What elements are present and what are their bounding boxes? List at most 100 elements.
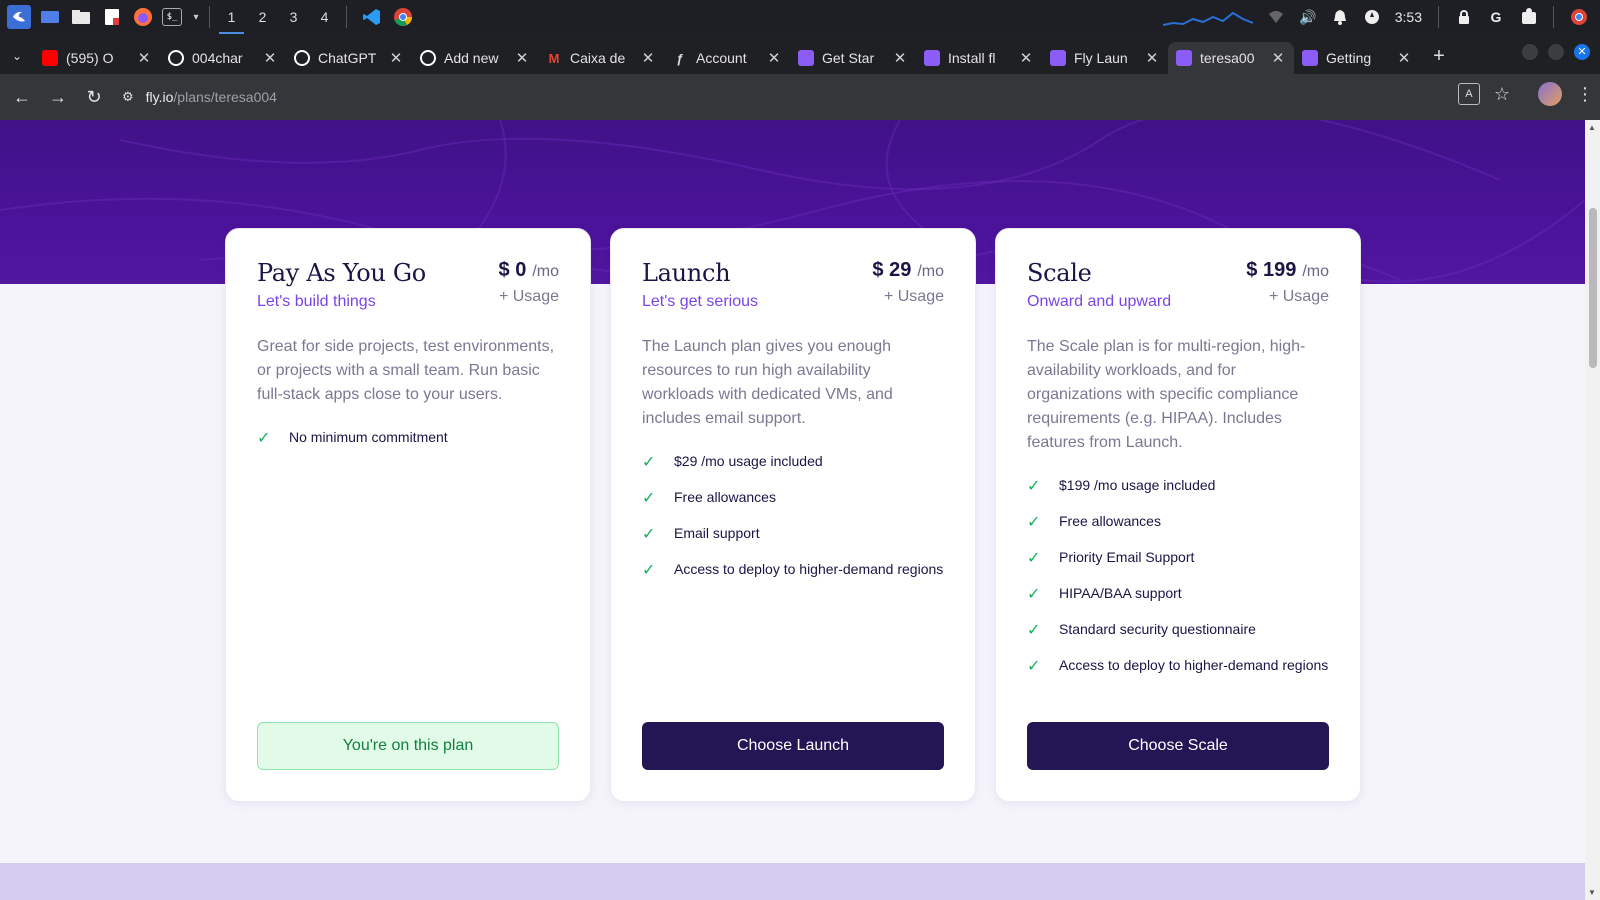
chevron-down-icon[interactable]: ▾	[189, 5, 203, 29]
clock[interactable]: 3:53	[1395, 9, 1422, 25]
plan-price: $ 29/mo + Usage	[872, 259, 944, 306]
gmail-icon: M	[548, 50, 560, 66]
translate-icon[interactable]: A	[1457, 83, 1480, 105]
desktop-icon[interactable]	[38, 5, 62, 29]
tab-close-icon[interactable]: ✕	[766, 49, 782, 67]
tab-close-icon[interactable]: ✕	[262, 49, 278, 67]
address-bar[interactable]: ⚙ fly.io/plans/teresa004	[122, 80, 277, 114]
lock-icon[interactable]	[1455, 8, 1473, 26]
system-tray: 🔊 3:53 G	[1162, 0, 1600, 34]
browser-tab[interactable]: Install fl ✕	[916, 42, 1042, 74]
profile-avatar[interactable]	[1538, 82, 1562, 106]
browser-tab[interactable]: Get Star ✕	[790, 42, 916, 74]
app-launcher-icon[interactable]	[7, 5, 31, 29]
tab-close-icon[interactable]: ✕	[388, 49, 404, 67]
plan-card: Scale Onward and upward $ 199/mo + Usage…	[995, 228, 1361, 802]
plan-price: $ 199/mo + Usage	[1246, 259, 1329, 306]
scroll-up-arrow-icon[interactable]: ▲	[1588, 123, 1596, 132]
browser-tab[interactable]: M Caixa de ✕	[538, 42, 664, 74]
tab-close-icon[interactable]: ✕	[640, 49, 656, 67]
tab-close-icon[interactable]: ✕	[1396, 49, 1412, 67]
browser-tab[interactable]: teresa00 ✕	[1168, 42, 1294, 74]
wifi-icon[interactable]	[1267, 8, 1285, 26]
feature-label: $29 /mo usage included	[674, 453, 823, 469]
scrollbar-thumb[interactable]	[1589, 208, 1597, 368]
check-icon: ✓	[642, 562, 656, 579]
fly-icon	[1176, 50, 1192, 66]
tab-title: ChatGPT	[318, 50, 377, 66]
tab-close-icon[interactable]: ✕	[1018, 49, 1034, 67]
close-window-button[interactable]: ✕	[1574, 44, 1590, 60]
puzzle-icon[interactable]	[1519, 8, 1537, 26]
google-icon[interactable]: G	[1487, 8, 1505, 26]
feature-label: Priority Email Support	[1059, 549, 1195, 565]
browser-tab[interactable]: (595) O ✕	[34, 42, 160, 74]
firefox-icon[interactable]	[131, 5, 155, 29]
browser-tab[interactable]: ƒ Account ✕	[664, 42, 790, 74]
feature-label: HIPAA/BAA support	[1059, 585, 1182, 601]
scroll-down-arrow-icon[interactable]: ▼	[1588, 888, 1596, 897]
workspace-2[interactable]: 2	[247, 0, 278, 34]
volume-icon[interactable]: 🔊	[1299, 8, 1317, 26]
tab-close-icon[interactable]: ✕	[1144, 49, 1160, 67]
clerk-icon: ƒ	[676, 50, 684, 66]
browser-tab[interactable]: Fly Laun ✕	[1042, 42, 1168, 74]
check-icon: ✓	[1027, 550, 1041, 567]
plan-description: The Launch plan gives you enough resourc…	[642, 338, 893, 427]
browser-toolbar: ← → ↻ ⚙ fly.io/plans/teresa004 A ☆ ⋮	[0, 74, 1600, 120]
plan-features-list: ✓ $29 /mo usage included ✓ Free allowances ✓…	[642, 451, 944, 581]
tab-close-icon[interactable]: ✕	[1270, 49, 1286, 67]
maximize-button[interactable]	[1548, 44, 1564, 60]
tab-title: Getting	[1326, 50, 1372, 66]
text-editor-icon[interactable]	[100, 5, 124, 29]
current-plan-button[interactable]: You're on this plan	[257, 722, 559, 770]
browser-tab[interactable]: 004char ✕	[160, 42, 286, 74]
reload-button[interactable]: ↻	[76, 79, 112, 115]
page-scrollbar[interactable]: ▲ ▼	[1585, 120, 1600, 900]
bell-icon[interactable]	[1331, 8, 1349, 26]
chrome-icon[interactable]	[391, 5, 415, 29]
browser-tab[interactable]: Getting ✕	[1294, 42, 1420, 74]
taskbar-divider	[346, 6, 347, 28]
fly-icon	[1050, 50, 1066, 66]
fly-icon	[1302, 50, 1318, 66]
site-info-icon[interactable]: ⚙	[122, 89, 134, 105]
terminal-icon[interactable]: $_	[162, 8, 182, 26]
back-button[interactable]: ←	[4, 79, 40, 115]
chrome-tray-icon[interactable]	[1570, 8, 1588, 26]
browser-tab[interactable]: Add new ✕	[412, 42, 538, 74]
tab-close-icon[interactable]: ✕	[136, 49, 152, 67]
new-tab-button[interactable]: +	[1424, 45, 1454, 68]
update-icon[interactable]	[1363, 8, 1381, 26]
plan-tagline: Let's get serious	[642, 293, 759, 310]
url-host: fly.io	[145, 89, 174, 105]
browser-tab-strip: ⌄ (595) O ✕ 004char ✕ ChatGPT ✕ Add new ✕ M Caixa…	[0, 34, 1600, 74]
price-period: /mo	[917, 263, 944, 280]
forward-button[interactable]: →	[40, 79, 76, 115]
tab-close-icon[interactable]: ✕	[892, 49, 908, 67]
workspace-3[interactable]: 3	[278, 0, 309, 34]
choose-plan-button[interactable]: Choose Scale	[1027, 722, 1329, 770]
bookmark-star-icon[interactable]: ☆	[1494, 84, 1510, 105]
minimize-button[interactable]	[1522, 44, 1538, 60]
tab-close-icon[interactable]: ✕	[514, 49, 530, 67]
vscode-icon[interactable]	[360, 5, 384, 29]
price-period: /mo	[532, 263, 559, 280]
browser-tab[interactable]: ChatGPT ✕	[286, 42, 412, 74]
feature-label: $199 /mo usage included	[1059, 477, 1216, 493]
tab-title: Add new	[444, 50, 499, 66]
plan-name: Launch	[642, 259, 731, 287]
menu-kebab-icon[interactable]: ⋮	[1576, 84, 1594, 105]
plan-feature: ✓ Free allowances	[642, 487, 944, 509]
workspace-4[interactable]: 4	[309, 0, 340, 34]
plan-description: Great for side projects, test environmen…	[257, 338, 555, 403]
workspace-1[interactable]: 1	[216, 0, 247, 34]
choose-plan-button[interactable]: Choose Launch	[642, 722, 944, 770]
github-icon	[168, 50, 184, 66]
file-manager-icon[interactable]	[69, 5, 93, 29]
plan-feature: ✓ Free allowances	[1027, 511, 1329, 533]
price-amount: $ 29	[872, 259, 912, 281]
tab-title: teresa00	[1200, 50, 1255, 66]
tab-search-chevron-icon[interactable]: ⌄	[0, 49, 34, 63]
tab-title: Account	[696, 50, 747, 66]
